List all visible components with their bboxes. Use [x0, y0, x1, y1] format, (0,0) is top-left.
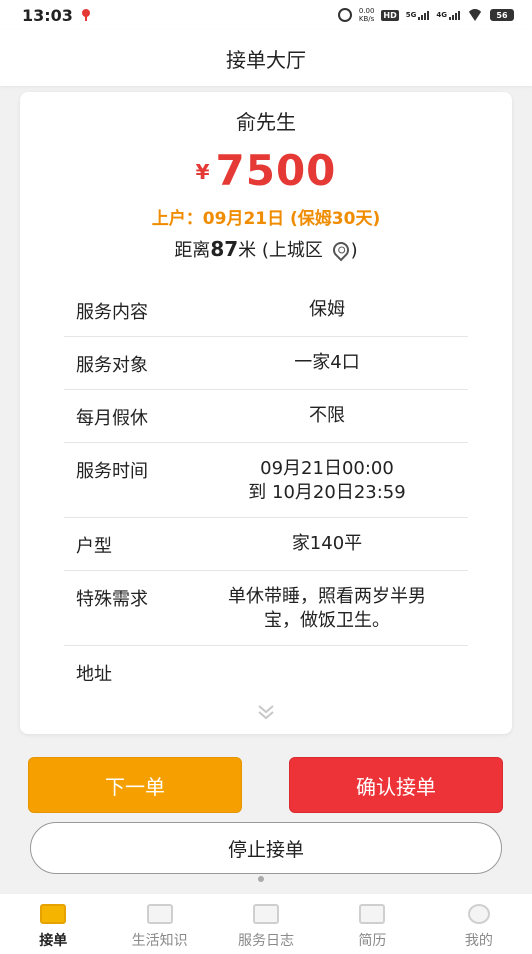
detail-value: 不限: [309, 405, 345, 426]
detail-value: 家140平: [291, 533, 363, 554]
distance-suffix: ): [350, 240, 358, 261]
detail-label: 服务对象: [76, 355, 148, 376]
nav-label: 我的: [464, 933, 493, 949]
next-order-button[interactable]: 下一单: [28, 757, 242, 813]
header: 接单大厅: [0, 30, 532, 86]
detail-value: 保姆: [309, 299, 345, 320]
nav-label: 生活知识: [131, 933, 188, 949]
nav-item-orders[interactable]: 接单: [0, 894, 106, 954]
price-value: 7500: [215, 146, 337, 195]
status-indicators: 0.00 KB/s HD 5G 4G 56: [337, 7, 514, 23]
detail-value: [186, 660, 468, 686]
detail-row-service-content: 服务内容 保姆: [64, 284, 468, 337]
detail-value: 09月21日00:00 到 10月20日23:59: [186, 457, 468, 505]
video-icon: [146, 904, 173, 924]
profile-icon: [467, 904, 490, 924]
service-time-end: 到 10月20日23:59: [248, 482, 406, 503]
bottom-nav: 接单 生活知识 服务日志 简历 我的: [0, 894, 532, 954]
customer-name: 俞先生: [236, 110, 296, 134]
order-card: 俞先生 ¥7500 上户：09月21日 (保姆30天) 距离87米 (上城区 )…: [20, 92, 512, 734]
page-indicator-dot: [258, 876, 264, 882]
detail-row-service-time: 服务时间 09月21日00:00 到 10月20日23:59: [64, 443, 468, 518]
nav-item-knowledge[interactable]: 生活知识: [106, 894, 212, 954]
distance-row: 距离87米 (上城区 ): [20, 236, 512, 262]
status-bar: 13:03 0.00 KB/s HD 5G 4G 56: [0, 0, 532, 30]
order-details: 服务内容 保姆 服务对象 一家4口 每月假休 不限 服务时间 09月21日00:…: [64, 284, 468, 698]
resume-icon: [359, 904, 386, 924]
stop-accepting-button[interactable]: 停止接单: [30, 822, 502, 874]
detail-row-special-needs: 特殊需求 单休带睡，照看两岁半男 宝，做饭卫生。: [64, 571, 468, 646]
location-pin-icon: [81, 9, 91, 21]
price-row: ¥7500: [20, 146, 512, 195]
wifi-icon: [467, 9, 483, 21]
nav-label: 接单: [39, 933, 68, 949]
detail-label: 服务时间: [76, 461, 148, 482]
confirm-order-button[interactable]: 确认接单: [289, 757, 503, 813]
network-speed-unit: KB/s: [358, 15, 375, 23]
nav-item-profile[interactable]: 我的: [426, 894, 532, 954]
calendar-icon: [253, 904, 280, 924]
currency-symbol: ¥: [195, 160, 210, 184]
detail-label: 户型: [76, 536, 112, 557]
network-speed-value: 0.00: [358, 7, 375, 15]
start-date-info: 上户：09月21日 (保姆30天): [151, 209, 381, 229]
detail-value: 一家4口: [294, 352, 360, 373]
nav-item-resume[interactable]: 简历: [319, 894, 425, 954]
signal-5g-icon: 5G: [405, 10, 430, 20]
signal-4g-label: 4G: [436, 10, 447, 19]
special-needs-line2: 宝，做饭卫生。: [264, 610, 390, 631]
distance-value: 87: [210, 237, 239, 261]
expand-chevron-icon[interactable]: [256, 702, 276, 722]
distance-prefix: 距离: [174, 240, 211, 261]
status-time: 13:03: [22, 5, 73, 25]
detail-label: 服务内容: [76, 302, 148, 323]
network-speed: 0.00 KB/s: [359, 7, 375, 23]
nav-item-service-log[interactable]: 服务日志: [213, 894, 319, 954]
battery-icon: 56: [490, 9, 514, 21]
battery-level: 56: [496, 10, 508, 20]
hd-badge: HD: [381, 9, 399, 21]
detail-label: 特殊需求: [76, 589, 148, 610]
special-needs-line1: 单休带睡，照看两岁半男: [228, 586, 426, 607]
detail-label: 每月假休: [76, 408, 148, 429]
signal-5g-label: 5G: [405, 10, 417, 19]
service-time-start: 09月21日00:00: [260, 458, 394, 479]
order-icon: [40, 904, 67, 924]
detail-row-house-type: 户型 家140平: [64, 518, 468, 571]
detail-value: 单休带睡，照看两岁半男 宝，做饭卫生。: [186, 585, 468, 633]
signal-4g-icon: 4G: [436, 10, 460, 20]
page-title: 接单大厅: [226, 47, 306, 72]
nav-label: 服务日志: [238, 933, 295, 949]
alarm-icon: [337, 8, 352, 22]
detail-row-service-target: 服务对象 一家4口: [64, 337, 468, 390]
detail-row-address: 地址: [64, 646, 468, 698]
detail-label: 地址: [76, 664, 112, 685]
map-location-icon[interactable]: [329, 238, 352, 262]
nav-label: 简历: [358, 933, 387, 949]
distance-area: 米 (上城区: [238, 240, 323, 261]
detail-row-monthly-leave: 每月假休 不限: [64, 390, 468, 443]
